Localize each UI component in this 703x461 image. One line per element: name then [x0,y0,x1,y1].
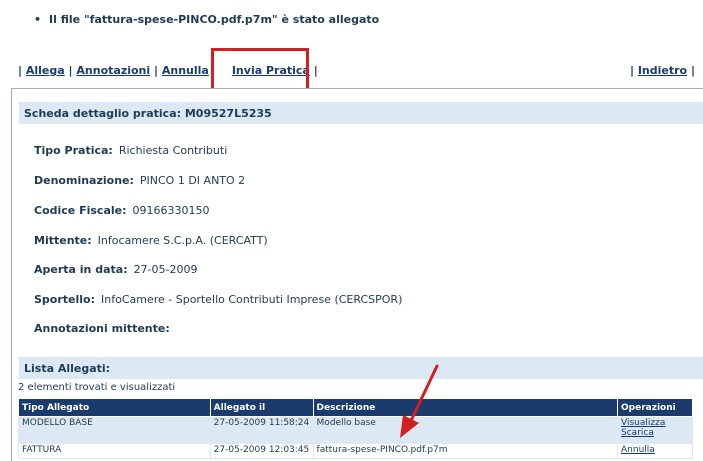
cell-tipo: FATTURA [18,443,211,459]
scarica-link[interactable]: Scarica [621,428,689,438]
column-header: Tipo Allegato [18,398,211,417]
toolbar-right: | Indietro | [630,64,695,77]
results-count: 2 elementi trovati e visualizzati [18,382,176,393]
field-mittente: Mittente: Infocamere S.C.p.A. (CERCATT) [34,234,268,247]
field-label: Sportello: [34,293,95,306]
field-label: Aperta in data: [34,263,128,276]
field-label: Denominazione: [34,174,134,187]
field-aperta-in-data: Aperta in data: 27-05-2009 [34,263,198,276]
field-codice-fiscale: Codice Fiscale: 09166330150 [34,204,209,217]
cell-tipo: MODELLO BASE [18,416,211,444]
arrow-head [400,415,419,438]
allega-link[interactable]: Allega [26,64,65,77]
detail-header: Scheda dettaglio pratica: M09527L5235 [19,102,703,124]
highlight-box [211,48,309,93]
action-toolbar: | Allega | Annotazioni | Annulla Invia P… [0,60,703,82]
red-arrow-annotation [400,364,439,438]
attachments-title: Lista Allegati: [24,362,111,375]
separator: | [154,64,159,77]
separator: | [690,64,695,77]
separator: | [68,64,73,77]
field-label: Tipo Pratica: [34,144,113,157]
indietro-link[interactable]: Indietro [638,64,687,77]
table-header-row: Tipo Allegato Allegato il Descrizione Op… [18,398,693,417]
attachments-table: Tipo Allegato Allegato il Descrizione Op… [18,398,693,459]
table-row: FATTURA 27-05-2009 12:03:45 fattura-spes… [18,443,693,459]
field-denominazione: Denominazione: PINCO 1 DI ANTO 2 [34,174,245,187]
annotazioni-link[interactable]: Annotazioni [76,64,150,77]
field-value: Richiesta Contributi [118,144,228,157]
table-row: MODELLO BASE 27-05-2009 11:58:24 Modello… [18,416,693,444]
annulla-attachment-link[interactable]: Annulla [621,445,689,455]
field-value: 09166330150 [132,204,210,217]
separator: | [313,64,318,77]
notice-text: Il file "fattura-spese-PINCO.pdf.p7m" è … [49,13,380,26]
detail-title: Scheda dettaglio pratica: M09527L5235 [24,107,272,120]
annulla-link[interactable]: Annulla [162,64,209,77]
cell-descrizione: Modello base [312,416,619,444]
field-value: 27-05-2009 [133,263,198,276]
cell-operazioni: Visualizza Scarica [617,416,693,444]
cell-data: 27-05-2009 12:03:45 [209,443,314,459]
field-label: Mittente: [34,234,92,247]
column-header: Descrizione [312,398,619,417]
field-tipo-pratica: Tipo Pratica: Richiesta Contributi [34,144,227,157]
field-value: InfoCamere - Sportello Contributi Impres… [101,293,403,306]
visualizza-link[interactable]: Visualizza [621,418,689,428]
cell-data: 27-05-2009 11:58:24 [209,416,314,444]
notice-bullet: • [34,13,42,26]
column-header: Operazioni [617,398,693,417]
separator: | [18,64,23,77]
cell-operazioni: Annulla [617,443,693,459]
arrow-shaft [407,364,439,427]
field-label: Annotazioni mittente: [34,322,170,335]
field-annotazioni-mittente: Annotazioni mittente: [34,322,176,335]
upload-notice: • Il file "fattura-spese-PINCO.pdf.p7m" è… [34,13,379,26]
field-value: Infocamere S.C.p.A. (CERCATT) [97,234,268,247]
field-value: PINCO 1 DI ANTO 2 [139,174,246,187]
field-sportello: Sportello: InfoCamere - Sportello Contrib… [34,293,402,306]
attachments-header: Lista Allegati: [19,357,703,379]
cell-descrizione: fattura-spese-PINCO.pdf.p7m [312,443,619,459]
column-header: Allegato il [209,398,314,417]
field-label: Codice Fiscale: [34,204,127,217]
separator: | [629,64,634,77]
